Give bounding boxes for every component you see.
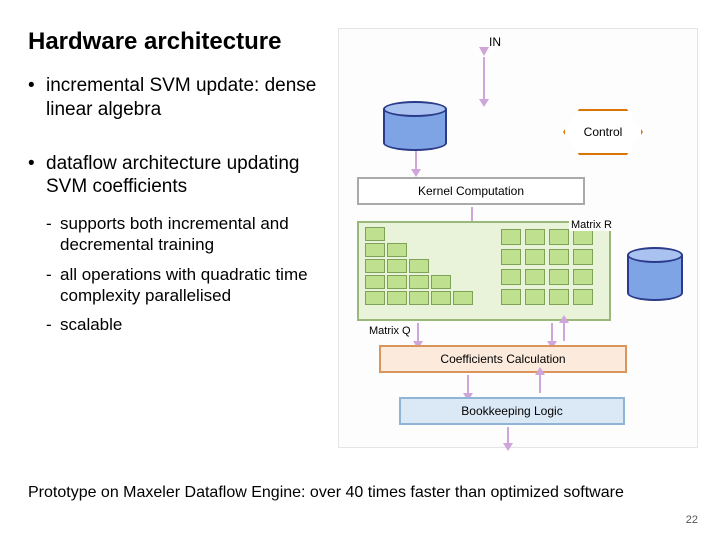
bullet-1: incremental SVM update: dense linear alg… <box>28 74 330 122</box>
sub-bullet-1: supports both incremental and decrementa… <box>46 213 330 256</box>
control-label: Control <box>584 125 623 139</box>
text-column: incremental SVM update: dense linear alg… <box>28 74 338 365</box>
sub-bullet-2: all operations with quadratic time compl… <box>46 264 330 307</box>
slide-root: Hardware architecture incremental SVM up… <box>0 0 720 540</box>
footer-caption: Prototype on Maxeler Dataflow Engine: ov… <box>28 484 700 502</box>
arrow-book-coef <box>539 375 541 393</box>
sub-bullet-list: supports both incremental and decrementa… <box>46 213 330 335</box>
arrow-ts-kernel <box>415 151 417 169</box>
coefficients-calculation-box: Coefficients Calculation <box>379 345 627 373</box>
bullet-2: dataflow architecture updating SVM coeff… <box>28 152 330 336</box>
matrix-q-label: Matrix Q <box>369 325 411 337</box>
coefficients-cylinder: 1D Coefficients <box>627 247 683 301</box>
architecture-diagram: IN Training Samples Control Kernel Compu… <box>338 28 698 448</box>
bullet-2-text: dataflow architecture updating SVM coeff… <box>46 153 300 198</box>
in-label: IN <box>489 35 501 49</box>
arrow-matr-up <box>563 323 565 341</box>
coefficients-calc-label: Coefficients Calculation <box>440 352 565 366</box>
arrow-out <box>507 427 509 443</box>
matrix-q <box>365 227 475 311</box>
kernel-computation-box: Kernel Computation <box>357 177 585 205</box>
arrow-in <box>483 57 485 99</box>
page-number: 22 <box>686 514 698 526</box>
arrow-matr-down <box>551 323 553 341</box>
bullet-list: incremental SVM update: dense linear alg… <box>28 74 330 335</box>
arrow-kernel-down <box>471 207 473 221</box>
input-marker-icon <box>479 47 489 56</box>
content-row: incremental SVM update: dense linear alg… <box>28 74 700 448</box>
bookkeeping-box: Bookkeeping Logic <box>399 397 625 425</box>
matrix-r-label: Matrix R <box>569 219 614 231</box>
training-samples-cylinder: Training Samples <box>383 101 447 151</box>
arrow-coef-book <box>467 375 469 393</box>
kernel-label: Kernel Computation <box>418 184 524 198</box>
sub-bullet-3: scalable <box>46 314 330 335</box>
bookkeeping-label: Bookkeeping Logic <box>461 404 562 418</box>
control-hexagon: Control <box>563 109 643 155</box>
arrow-matq-down <box>417 323 419 341</box>
matrix-r <box>501 229 597 307</box>
